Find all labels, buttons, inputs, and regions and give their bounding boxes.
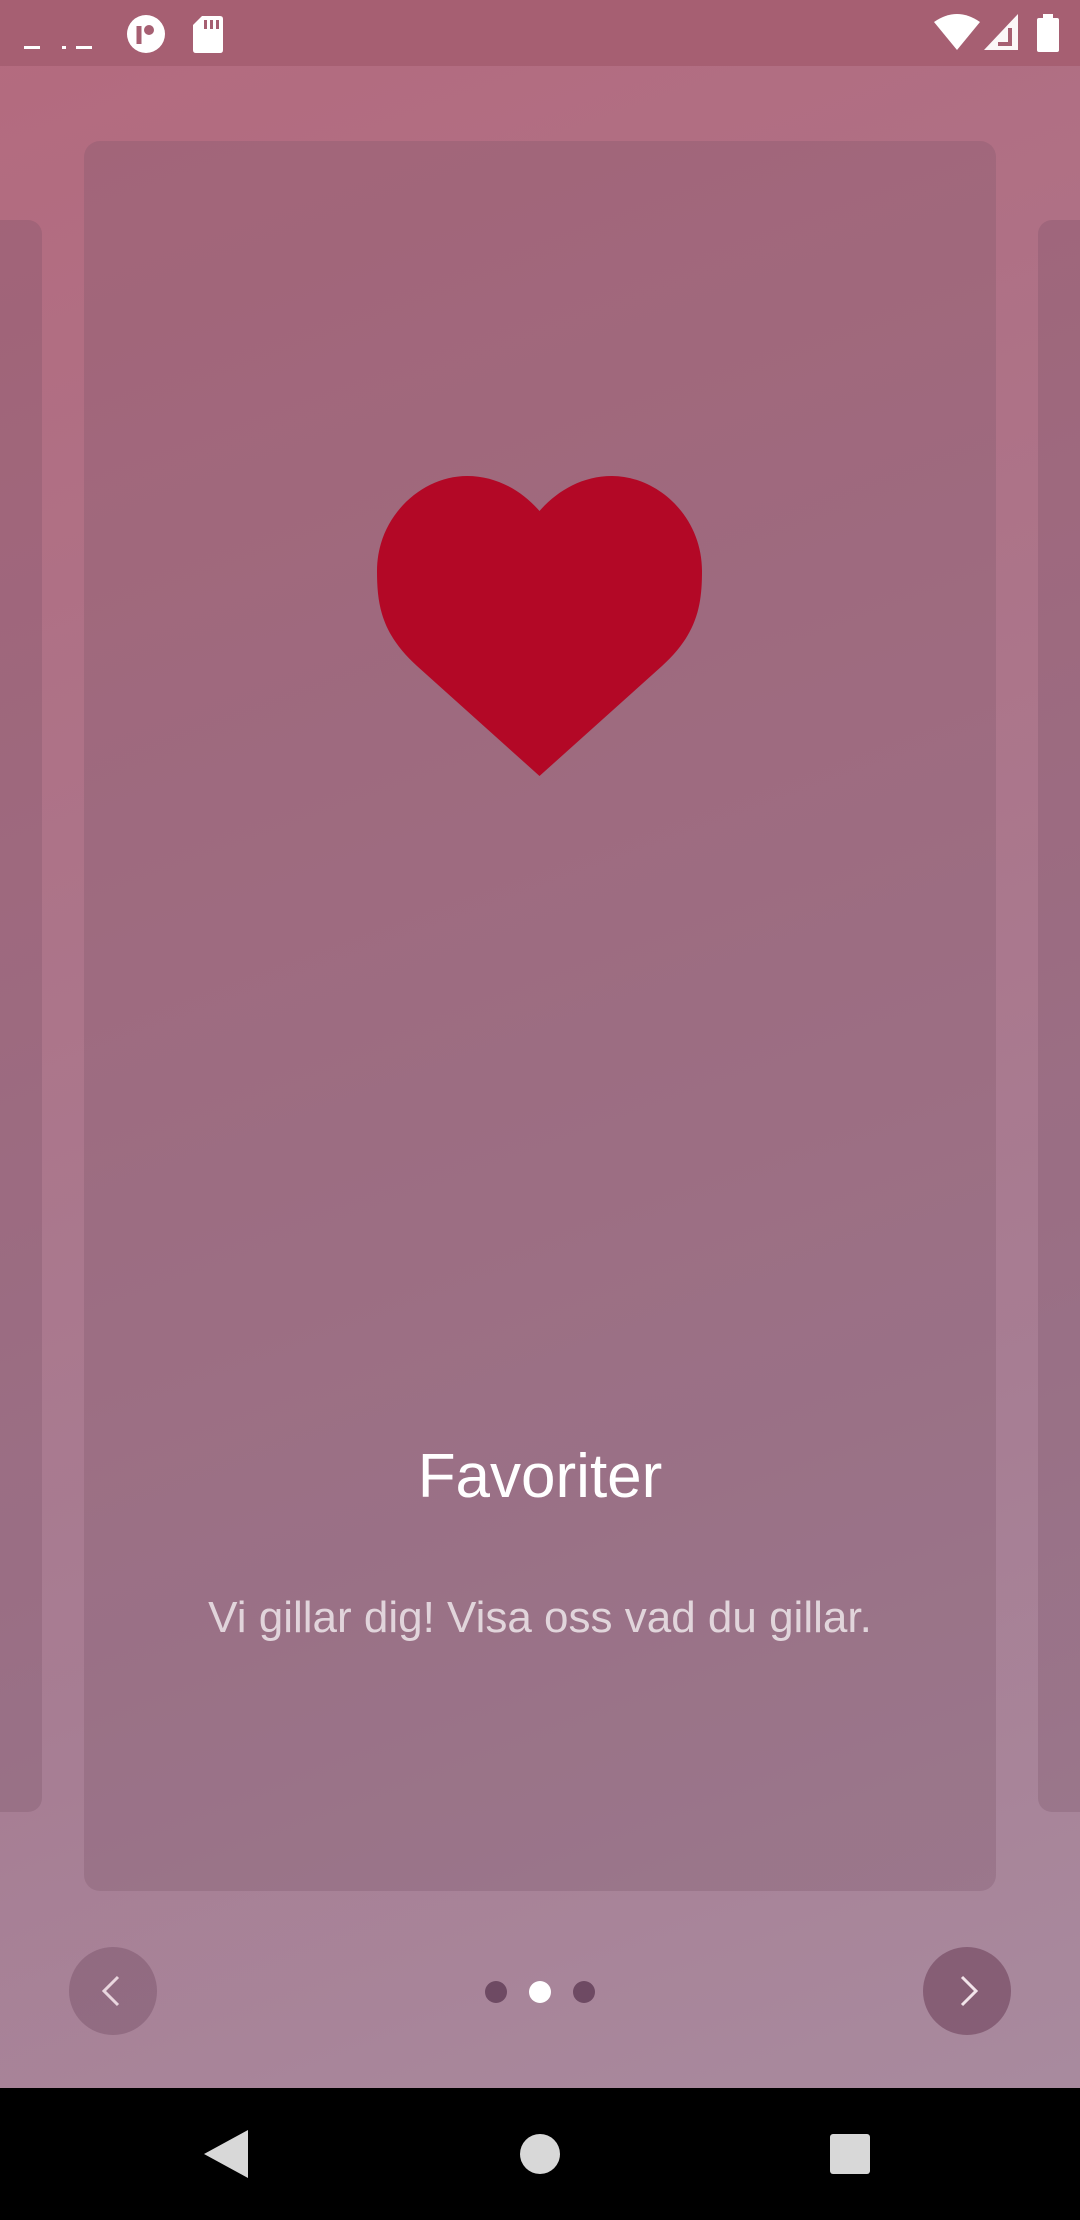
next-page-card[interactable] (1038, 220, 1080, 1812)
recents-icon[interactable] (830, 2134, 870, 2174)
chevron-right-icon (960, 1975, 979, 2007)
system-navigation-bar (0, 2088, 1080, 2220)
onboarding-card: Favoriter Vi gillar dig! Visa oss vad du… (84, 141, 996, 1891)
home-icon[interactable] (520, 2134, 560, 2174)
page-title: Favoriter (417, 1442, 663, 1511)
chevron-left-icon (101, 1975, 120, 2007)
page-indicator (480, 1980, 600, 2004)
wifi-icon (934, 14, 980, 50)
app-icon (127, 15, 165, 53)
previous-button[interactable] (69, 1947, 157, 2035)
page-description: Vi gillar dig! Visa oss vad du gillar. (208, 1593, 872, 1642)
battery-icon (1037, 14, 1059, 52)
heart-icon (377, 476, 702, 776)
page-dot-1[interactable] (485, 1981, 507, 2003)
sd-card-icon (193, 16, 223, 53)
back-icon[interactable] (204, 2130, 248, 2178)
page-dot-3[interactable] (573, 1981, 595, 2003)
signal-icon (984, 14, 1018, 50)
onboarding-screen: Favoriter Vi gillar dig! Visa oss vad du… (0, 0, 1080, 2088)
status-bar (0, 0, 1080, 66)
previous-page-card[interactable] (0, 220, 42, 1812)
page-dot-2[interactable] (529, 1981, 551, 2003)
notification-icon (24, 46, 92, 49)
next-button[interactable] (923, 1947, 1011, 2035)
